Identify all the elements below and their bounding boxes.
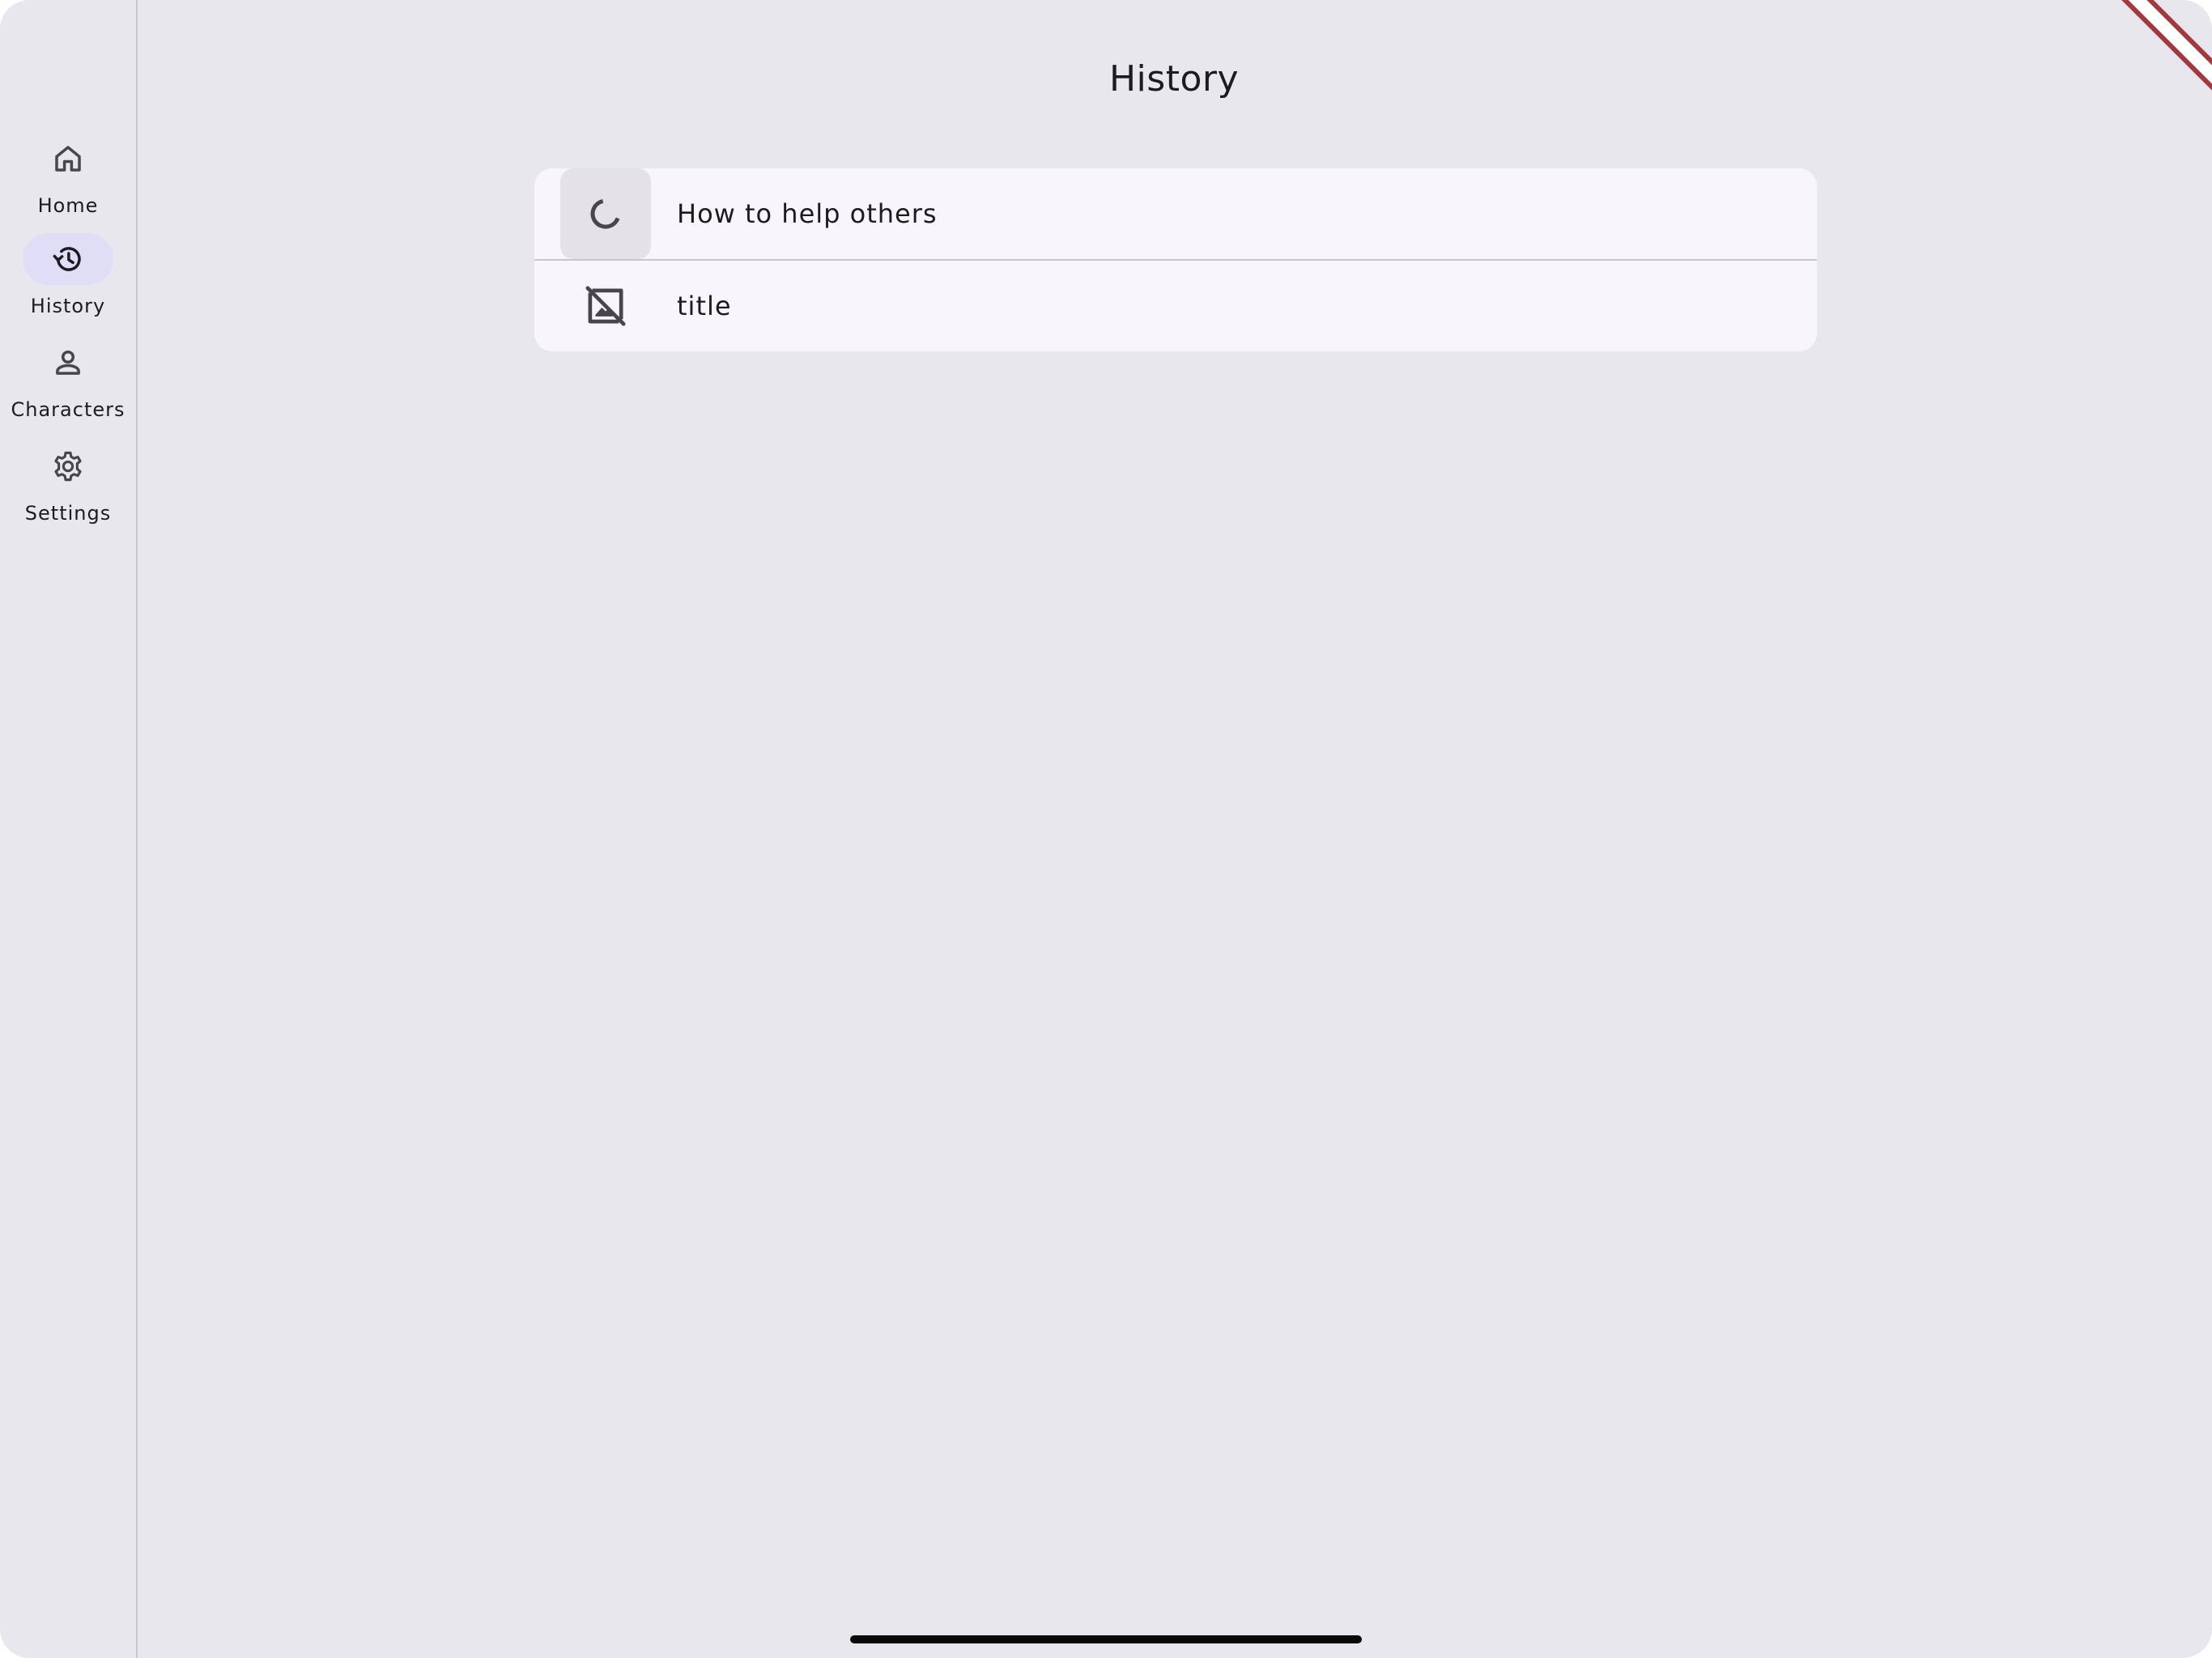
history-list-item[interactable]: How to help others <box>534 168 1817 261</box>
nav-item-label: Settings <box>24 502 112 525</box>
debug-banner <box>2115 0 2212 97</box>
page-title: History <box>1108 58 1240 100</box>
nav-item-home[interactable]: Home <box>0 133 136 228</box>
nav-indicator <box>23 337 113 389</box>
nav-item-label: Home <box>37 194 99 217</box>
thumbnail-loading <box>560 168 651 259</box>
nav-indicator <box>23 133 113 185</box>
loading-spinner-icon <box>590 198 620 229</box>
navigation-rail: Home History Characters Settings <box>0 0 138 1658</box>
person-icon <box>56 350 80 375</box>
nav-item-settings[interactable]: Settings <box>0 440 136 536</box>
app-screen: Home History Characters Settings History… <box>0 0 2212 1658</box>
history-list-item[interactable]: title <box>534 261 1817 351</box>
history-item-title: How to help others <box>677 198 938 229</box>
nav-item-characters[interactable]: Characters <box>0 337 136 432</box>
history-icon <box>53 247 81 271</box>
image-not-supported-icon <box>585 286 626 326</box>
nav-indicator <box>23 440 113 492</box>
nav-item-label: History <box>30 295 106 317</box>
debug-ribbon <box>2115 0 2212 97</box>
gear-icon <box>54 451 82 482</box>
home-indicator[interactable] <box>850 1635 1362 1643</box>
home-icon <box>55 146 81 172</box>
nav-item-history[interactable]: History <box>0 233 136 329</box>
history-list: How to help others title <box>534 168 1817 351</box>
nav-indicator-active <box>23 233 113 285</box>
history-item-title: title <box>677 291 732 321</box>
nav-item-label: Characters <box>11 398 125 421</box>
thumbnail-placeholder <box>560 261 651 351</box>
